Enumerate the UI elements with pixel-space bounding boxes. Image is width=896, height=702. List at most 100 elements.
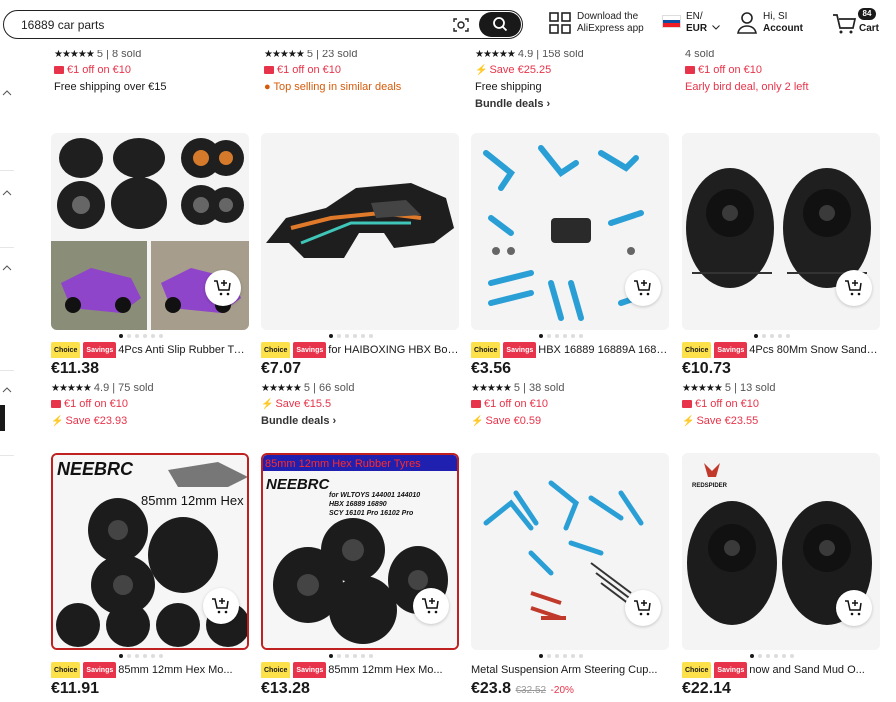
add-to-cart-icon	[214, 280, 231, 296]
product-title[interactable]: Choice Savings 4Pcs Anti Slip Rubber Tyre…	[51, 342, 249, 358]
rating: ★★★★★ 5 | 13 sold	[682, 382, 776, 394]
language-currency-selector[interactable]: EN/ EUR	[686, 11, 720, 35]
image-carousel-dots[interactable]	[471, 330, 669, 342]
image-carousel-dots[interactable]	[682, 650, 880, 662]
coupon-line: €1 off on €10	[264, 62, 462, 79]
add-to-cart-button[interactable]	[205, 270, 241, 306]
search-button[interactable]	[479, 12, 521, 37]
product-image[interactable]: NEEBRC 85mm 12mm Hex	[51, 453, 249, 650]
coupon-icon	[51, 400, 61, 408]
cart-count-badge: 84	[858, 8, 876, 20]
product-image[interactable]	[261, 133, 459, 330]
coupon-icon	[471, 400, 481, 408]
product-price: €11.91	[51, 680, 100, 697]
bundle-deals-link[interactable]: Bundle deals ›	[475, 96, 673, 113]
product-card[interactable]: Choice Savingsfor HAIBOXING HBX Body She…	[261, 133, 459, 430]
choice-badge: Choice	[51, 662, 81, 678]
qr-code-icon[interactable]	[549, 12, 571, 34]
coupon-icon	[682, 400, 692, 408]
chevron-up-icon[interactable]	[2, 90, 12, 96]
cart-icon[interactable]	[832, 13, 856, 35]
shipping-line: Free shipping over €15	[54, 81, 167, 93]
add-to-cart-icon	[634, 600, 651, 616]
sidebar-divider	[0, 170, 14, 171]
product-price: €7.07	[261, 360, 302, 377]
save-line: ⚡ Save €25.25	[475, 64, 552, 76]
coupon-icon	[685, 66, 695, 74]
bolt-icon: ⚡	[682, 416, 695, 427]
image-compat-text: SCY 16101 Pro 16102 Pro	[329, 510, 414, 517]
product-title[interactable]: Choice Savingsfor HAIBOXING HBX Body She…	[261, 342, 459, 358]
language-label: EN/	[686, 11, 703, 22]
cart-label[interactable]: Cart	[859, 23, 879, 34]
stars-icon: ★★★★★	[682, 383, 723, 394]
product-card-top-1[interactable]: ★★★★★ 5 | 8 sold €1 off on €10 Free ship…	[54, 46, 252, 96]
product-title[interactable]: Choice Savings now and Sand Mud O...	[682, 662, 880, 678]
stars-icon: ★★★★★	[471, 383, 512, 394]
product-title[interactable]: Choice Savings 4Pcs 80Mm Snow Sand Tires	[682, 342, 880, 358]
product-card[interactable]: REDSPIDER Choice Savings now and Sand Mud…	[682, 453, 880, 700]
product-card[interactable]: Metal Suspension Arm Steering Cup... €23…	[471, 453, 669, 700]
add-to-cart-button[interactable]	[625, 270, 661, 306]
choice-badge: Choice	[682, 342, 712, 358]
image-brand-text: REDSPIDER	[692, 483, 728, 489]
product-title[interactable]: Metal Suspension Arm Steering Cup...	[471, 662, 669, 678]
add-to-cart-button[interactable]	[203, 588, 239, 624]
product-card[interactable]: Choice Savings 4Pcs 80Mm Snow Sand Tires …	[682, 133, 880, 430]
add-to-cart-button[interactable]	[836, 590, 872, 626]
image-carousel-dots[interactable]	[261, 330, 459, 342]
product-title[interactable]: Choice Savings 85mm 12mm Hex Mo...	[261, 662, 459, 678]
header: Download the AliExpress app EN/ EUR Hi, …	[0, 0, 896, 50]
product-card[interactable]: 85mm 12mm Hex Rubber Tyres NEEBRC for WL…	[261, 453, 459, 700]
product-image[interactable]	[471, 133, 669, 330]
search-input[interactable]	[21, 15, 441, 35]
stars-icon: ★★★★★	[264, 49, 305, 60]
product-image[interactable]	[682, 133, 880, 330]
product-title[interactable]: Choice Savings 85mm 12mm Hex Mo...	[51, 662, 249, 678]
currency-label: EUR	[686, 23, 708, 34]
slovakia-flag-icon[interactable]	[662, 15, 681, 28]
image-carousel-dots[interactable]	[261, 650, 459, 662]
choice-badge: Choice	[51, 342, 81, 358]
image-carousel-dots[interactable]	[471, 650, 669, 662]
bundle-deals-link[interactable]: Bundle deals ›	[261, 413, 459, 430]
chevron-down-icon	[712, 25, 720, 30]
image-carousel-dots[interactable]	[51, 330, 249, 342]
add-to-cart-button[interactable]	[413, 588, 449, 624]
product-card-top-2[interactable]: ★★★★★ 5 | 23 sold €1 off on €10 ● Top se…	[264, 46, 462, 96]
product-card-top-4[interactable]: 4 sold €1 off on €10 Early bird deal, on…	[685, 46, 883, 96]
account-icon[interactable]	[737, 11, 757, 35]
product-price: €11.38	[51, 360, 100, 377]
product-title[interactable]: Choice SavingsHBX 16889 16889A 16890 Par…	[471, 342, 669, 358]
save-line: ⚡ Save €23.55	[682, 415, 759, 427]
flame-icon: ●	[264, 81, 274, 93]
add-to-cart-button[interactable]	[836, 270, 872, 306]
camera-search-icon[interactable]	[453, 17, 469, 33]
sidebar-divider	[0, 370, 14, 371]
product-card-top-3[interactable]: ★★★★★ 4.9 | 158 sold ⚡ Save €25.25 Free s…	[475, 46, 673, 113]
product-card[interactable]: Choice SavingsHBX 16889 16889A 16890 Par…	[471, 133, 669, 430]
coupon-line: €1 off on €10	[471, 396, 669, 413]
coupon-line: €1 off on €10	[682, 396, 880, 413]
rating: ★★★★★ 4.9 | 75 sold	[51, 382, 154, 394]
product-image[interactable]: REDSPIDER	[682, 453, 880, 650]
chevron-up-icon[interactable]	[2, 190, 12, 196]
stars-icon: ★★★★★	[261, 383, 302, 394]
image-carousel-dots[interactable]	[682, 330, 880, 342]
account-link[interactable]: Hi, SI Account	[763, 11, 803, 35]
product-image[interactable]	[51, 133, 249, 330]
chevron-up-icon[interactable]	[2, 265, 12, 271]
download-app-link[interactable]: Download the AliExpress app	[577, 11, 644, 35]
search-bar	[3, 10, 523, 39]
image-compat-text: for WLTOYS 144001 144010	[329, 492, 420, 499]
product-image[interactable]	[471, 453, 669, 650]
image-carousel-dots[interactable]	[51, 650, 249, 662]
image-brand-text: NEEBRC	[266, 476, 331, 493]
product-card[interactable]: NEEBRC 85mm 12mm Hex Choice Savings 85mm …	[51, 453, 249, 700]
add-to-cart-button[interactable]	[625, 590, 661, 626]
chevron-up-icon[interactable]	[2, 387, 12, 393]
savings-badge: Savings	[83, 662, 117, 678]
account-label: Account	[763, 23, 803, 34]
product-image[interactable]: 85mm 12mm Hex Rubber Tyres NEEBRC for WL…	[261, 453, 459, 650]
product-card[interactable]: Choice Savings 4Pcs Anti Slip Rubber Tyre…	[51, 133, 249, 430]
